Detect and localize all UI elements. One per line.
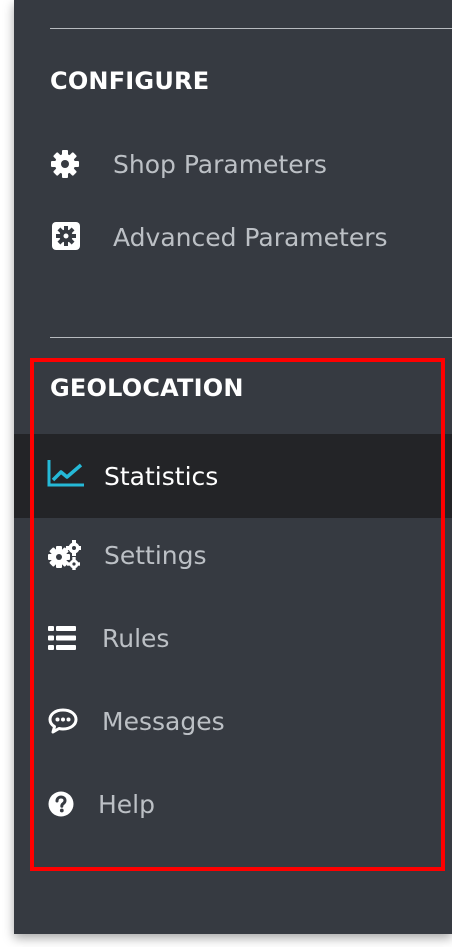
sidebar-item-label: Shop Parameters	[113, 149, 327, 179]
sidebar-item-label: Statistics	[104, 461, 219, 491]
sidebar-item-help[interactable]: Help	[14, 776, 452, 832]
gear-box-icon	[52, 222, 80, 250]
sidebar-item-rules[interactable]: Rules	[14, 610, 452, 666]
sidebar-item-settings[interactable]: Settings	[14, 527, 452, 583]
line-chart-icon	[46, 458, 86, 488]
sidebar-item-statistics[interactable]: Statistics	[14, 434, 452, 518]
sidebar-item-label: Messages	[102, 706, 225, 736]
sidebar-item-messages[interactable]: Messages	[14, 693, 452, 749]
list-icon	[48, 625, 76, 651]
sidebar-item-label: Advanced Parameters	[113, 222, 388, 252]
sidebar: CONFIGURE Shop Parameters Advanced Param…	[14, 0, 452, 934]
sidebar-item-label: Rules	[102, 623, 170, 653]
page-frame: CONFIGURE Shop Parameters Advanced Param…	[0, 0, 452, 947]
sidebar-item-label: Help	[98, 789, 155, 819]
section-title-geolocation: GEOLOCATION	[50, 374, 244, 402]
divider-top	[50, 28, 452, 29]
divider-middle	[50, 337, 452, 338]
question-circle-icon	[48, 791, 74, 817]
section-title-configure: CONFIGURE	[50, 67, 210, 95]
speech-bubble-icon	[48, 707, 78, 735]
sidebar-item-label: Settings	[104, 540, 207, 570]
gear-icon	[50, 149, 80, 179]
sidebar-item-shop-parameters[interactable]: Shop Parameters	[14, 136, 452, 192]
gears-icon	[47, 540, 81, 570]
sidebar-item-advanced-parameters[interactable]: Advanced Parameters	[14, 209, 452, 265]
